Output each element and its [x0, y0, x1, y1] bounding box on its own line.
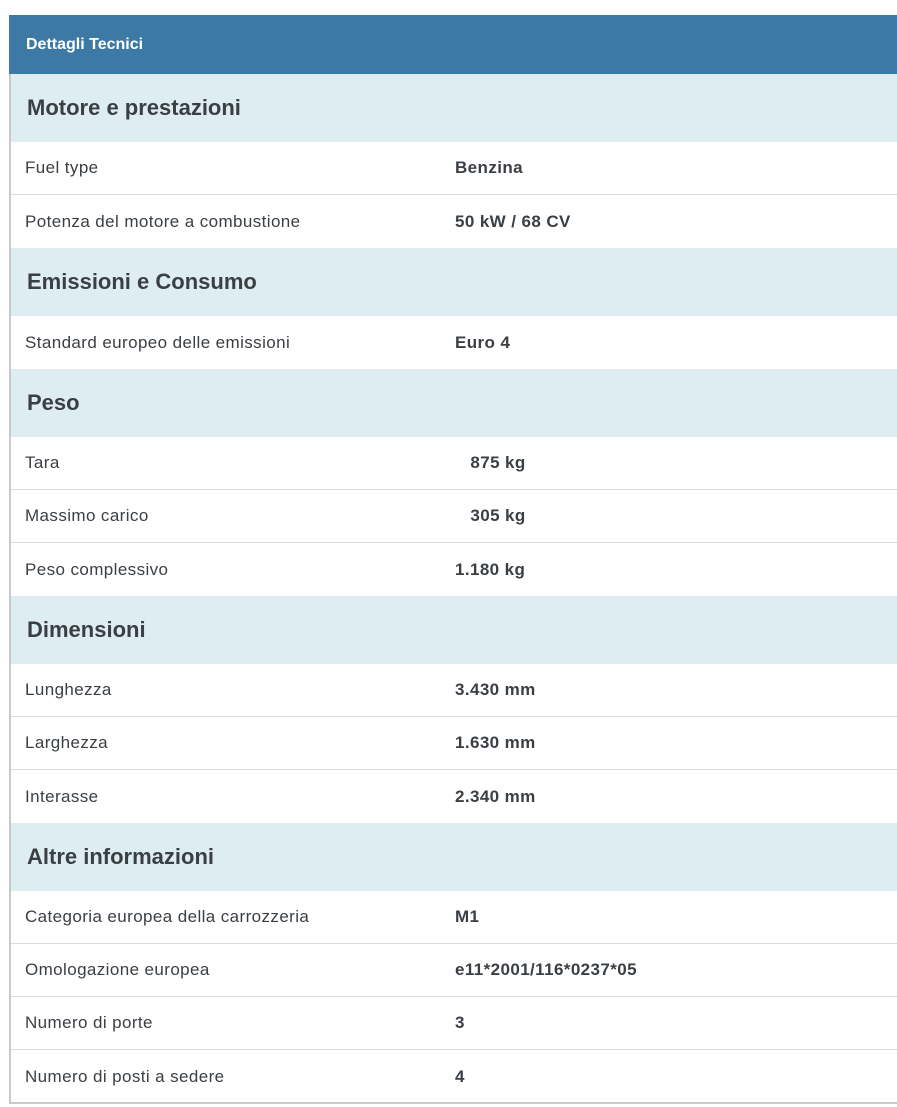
- spec-row-width: Larghezza 1.630 mm: [11, 717, 897, 770]
- section-title: Peso: [27, 390, 80, 415]
- spec-value: 50 kW / 68 CV: [455, 211, 571, 231]
- spec-label: Categoria europea della carrozzeria: [25, 907, 310, 926]
- spec-label: Standard europeo delle emissioni: [25, 332, 291, 352]
- spec-value: 305 kg: [455, 506, 526, 525]
- spec-label: Fuel type: [25, 158, 99, 177]
- section-title: Dimensioni: [27, 617, 146, 642]
- spec-label: Omologazione europea: [25, 960, 210, 979]
- technical-details-panel: Dettagli Tecnici Motore e prestazioni Fu…: [9, 15, 897, 1104]
- spec-row-homologation: Omologazione europea e11*2001/116*0237*0…: [11, 944, 897, 997]
- section-title: Motore e prestazioni: [27, 95, 241, 120]
- spec-row-engine-power: Potenza del motore a combustione 50 kW /…: [11, 195, 897, 248]
- spec-label: Numero di posti a sedere: [25, 1066, 225, 1086]
- spec-value: Euro 4: [455, 332, 511, 352]
- spec-value: 875 kg: [455, 453, 526, 472]
- spec-row-max-load: Massimo carico 305 kg: [11, 490, 897, 543]
- spec-label: Numero di porte: [25, 1013, 153, 1032]
- spec-row-fuel-type: Fuel type Benzina: [11, 142, 897, 195]
- spec-row-total-weight: Peso complessivo 1.180 kg: [11, 543, 897, 596]
- section-title: Emissioni e Consumo: [27, 269, 257, 294]
- spec-value: 3.430 mm: [455, 680, 536, 699]
- section-heading-dimensions: Dimensioni: [11, 596, 897, 664]
- spec-label: Massimo carico: [25, 506, 149, 525]
- spec-value: M1: [455, 907, 480, 926]
- spec-row-tare: Tara 875 kg: [11, 437, 897, 490]
- section-heading-weight: Peso: [11, 369, 897, 437]
- spec-value: 3: [455, 1013, 465, 1032]
- spec-label: Peso complessivo: [25, 559, 169, 579]
- spec-label: Larghezza: [25, 733, 108, 752]
- panel-header: Dettagli Tecnici: [9, 15, 897, 74]
- section-heading-engine: Motore e prestazioni: [11, 74, 897, 142]
- spec-label: Interasse: [25, 786, 99, 806]
- spec-label: Lunghezza: [25, 680, 112, 699]
- spec-row-length: Lunghezza 3.430 mm: [11, 664, 897, 717]
- spec-value: Benzina: [455, 158, 523, 177]
- spec-row-emission-standard: Standard europeo delle emissioni Euro 4: [11, 316, 897, 369]
- spec-value: 1.630 mm: [455, 733, 536, 752]
- spec-value: 1.180 kg: [455, 559, 526, 579]
- spec-row-seats: Numero di posti a sedere 4: [11, 1050, 897, 1103]
- spec-value: e11*2001/116*0237*05: [455, 960, 637, 979]
- spec-row-wheelbase: Interasse 2.340 mm: [11, 770, 897, 823]
- spec-value: 4: [455, 1066, 465, 1086]
- spec-row-body-category: Categoria europea della carrozzeria M1: [11, 891, 897, 944]
- spec-label: Potenza del motore a combustione: [25, 211, 301, 231]
- spec-row-doors: Numero di porte 3: [11, 997, 897, 1050]
- spec-label: Tara: [25, 453, 60, 472]
- section-heading-other-info: Altre informazioni: [11, 823, 897, 891]
- spec-value: 2.340 mm: [455, 786, 536, 806]
- section-title: Altre informazioni: [27, 844, 215, 869]
- panel-title: Dettagli Tecnici: [26, 35, 144, 53]
- section-heading-emissions: Emissioni e Consumo: [11, 248, 897, 316]
